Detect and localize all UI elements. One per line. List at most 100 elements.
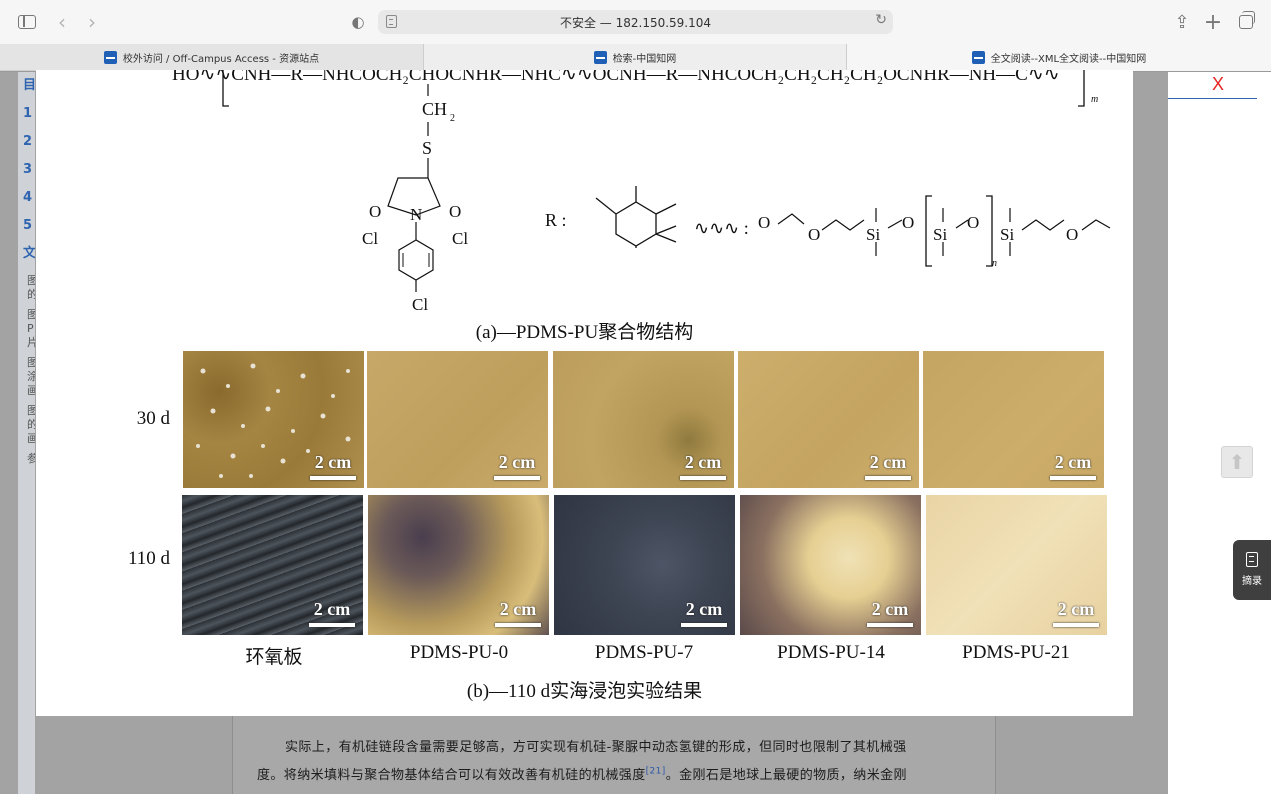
toc-item[interactable]: 1	[18, 100, 35, 128]
scale-bar: 2 cm	[1053, 599, 1099, 627]
caption-b: (b)—110 d实海浸泡实验结果	[466, 681, 703, 702]
scale-bar: 2 cm	[494, 452, 540, 480]
photo-pdms-pu-21-110d: 2 cm	[926, 495, 1107, 635]
tab-full-text[interactable]: 全文阅读--XML全文阅读--中国知网	[847, 44, 1271, 71]
back-arrow-icon[interactable]: ‹	[50, 8, 74, 36]
toc-item[interactable]: 5	[18, 212, 35, 240]
tab-overview-icon[interactable]	[1233, 8, 1259, 36]
row-label-30d: 30 d	[136, 408, 170, 429]
chlorine-label: Cl	[412, 295, 428, 314]
new-tab-plus-icon[interactable]: +	[1201, 8, 1225, 36]
back-to-top-button[interactable]: ⬆	[1221, 446, 1253, 478]
oxygen-label: O	[369, 202, 381, 221]
oxygen-label: O	[808, 225, 820, 244]
paragraph-text: 度。将纳米填料与聚合物基体结合可以有效改善有机硅的机械强度	[257, 768, 646, 783]
toc-figure-link[interactable]: 图的	[18, 274, 35, 302]
sulfur-label: S	[422, 138, 432, 158]
tab-off-campus[interactable]: 校外访问 / Off-Campus Access - 资源站点	[0, 44, 424, 71]
toc-figure-link[interactable]: 图P片	[18, 308, 35, 350]
photo-epoxy-30d: 2 cm	[183, 351, 364, 488]
photo-pdms-pu-14-30d: 2 cm	[738, 351, 919, 488]
photo-pdms-pu-0-30d: 2 cm	[367, 351, 548, 488]
column-label: PDMS-PU-14	[777, 642, 885, 663]
oxygen-label: O	[449, 202, 461, 221]
photo-pdms-pu-21-30d: 2 cm	[923, 351, 1104, 488]
toc-sidebar: 目 1 2 3 4 5 文 图的 图P片 图涂画 图的画 参	[18, 72, 35, 794]
sidebar-toggle-icon[interactable]	[12, 8, 42, 36]
toc-item[interactable]: 文	[18, 240, 35, 268]
scale-bar: 2 cm	[865, 452, 911, 480]
tab-bar: 校外访问 / Off-Campus Access - 资源站点 检索-中国知网 …	[0, 44, 1271, 71]
cnki-favicon-icon	[971, 51, 985, 64]
tab-search[interactable]: 检索-中国知网	[424, 44, 847, 71]
scale-bar: 2 cm	[495, 599, 541, 627]
toc-figure-link[interactable]: 图涂画	[18, 356, 35, 398]
toc-figure-link[interactable]: 图的画	[18, 404, 35, 446]
chemical-structure: HO∿∿CNH—R—NHCOCH₂CHOCNHR—NHC∿∿OCNH—R—NHC…	[172, 70, 1111, 314]
caption-a: (a)—PDMS-PU聚合物结构	[475, 322, 694, 343]
paragraph-line: 实际上，有机硅链段含量需要足够高，方可实现有机硅-聚脲中动态氢键的形成，但同时也…	[285, 740, 907, 755]
right-panel: X	[1168, 72, 1271, 794]
scale-bar: 2 cm	[310, 452, 356, 480]
tab-label: 校外访问 / Off-Campus Access - 资源站点	[122, 54, 320, 65]
nitrogen-label: N	[410, 205, 422, 224]
cnki-favicon-icon	[103, 51, 117, 64]
scale-bar: 2 cm	[867, 599, 913, 627]
tab-label: 检索-中国知网	[612, 54, 677, 65]
address-bar[interactable]: 不安全 — 182.150.59.104 ↻	[378, 10, 893, 34]
abstract-label: 摘录	[1242, 576, 1262, 587]
column-label: PDMS-PU-21	[962, 642, 1070, 663]
toc-references-link[interactable]: 参	[18, 452, 35, 466]
subscript-m: m	[1091, 94, 1098, 105]
silicon-label: Si	[1000, 225, 1014, 244]
photo-pdms-pu-0-110d: 2 cm	[368, 495, 549, 635]
column-label: 环氧板	[245, 647, 303, 668]
column-label: PDMS-PU-7	[594, 642, 694, 663]
linker-wavy-label: ∿∿∿ :	[694, 218, 749, 238]
scale-bar: 2 cm	[680, 452, 726, 480]
photo-epoxy-110d: 2 cm	[182, 495, 363, 635]
tab-label: 全文阅读--XML全文阅读--中国知网	[990, 54, 1147, 65]
ch2-label: CH	[422, 99, 447, 119]
close-button[interactable]: X	[1212, 74, 1224, 95]
paragraph-text: 。金刚石是地球上最硬的物质，纳米金刚	[665, 768, 907, 783]
arrow-up-icon: ⬆	[1228, 450, 1246, 474]
toc-item[interactable]: 目	[18, 72, 35, 100]
photo-pdms-pu-7-110d: 2 cm	[554, 495, 735, 635]
article-text: 实际上，有机硅链段含量需要足够高，方可实现有机硅-聚脲中动态氢键的形成，但同时也…	[232, 716, 996, 794]
row-label-110d: 110 d	[127, 548, 170, 569]
privacy-shield-icon[interactable]: ◐	[346, 8, 370, 36]
toc-item[interactable]: 2	[18, 128, 35, 156]
paragraph-line: 度。将纳米填料与聚合物基体结合可以有效改善有机硅的机械强度[21]。金刚石是地球…	[257, 764, 907, 783]
photo-pdms-pu-14-110d: 2 cm	[740, 495, 921, 635]
toc-item[interactable]: 4	[18, 184, 35, 212]
citation-link[interactable]: [21]	[646, 767, 666, 777]
abstract-button[interactable]: 摘录	[1233, 540, 1271, 600]
r-group-label: R :	[545, 210, 567, 230]
subscript-n: n	[992, 258, 997, 269]
reload-icon[interactable]: ↻	[875, 12, 887, 28]
figure-lightbox[interactable]: HO∿∿CNH—R—NHCOCH₂CHOCNHR—NHC∿∿OCNH—R—NHC…	[36, 70, 1133, 716]
scale-bar: 2 cm	[309, 599, 355, 627]
scale-bar: 2 cm	[1050, 452, 1096, 480]
oxygen-label: O	[967, 213, 979, 232]
divider	[1168, 98, 1257, 99]
browser-toolbar: ‹ › ◐ 不安全 — 182.150.59.104 ↻ ⇪ +	[0, 0, 1271, 44]
forward-arrow-icon[interactable]: ›	[80, 8, 104, 36]
share-icon[interactable]: ⇪	[1170, 8, 1194, 36]
silicon-label: Si	[933, 225, 947, 244]
oxygen-label: O	[758, 213, 770, 232]
column-label: PDMS-PU-0	[409, 642, 509, 663]
polymer-chain-text: HO∿∿CNH—R—NHCOCH₂CHOCNHR—NHC∿∿OCNH—R—NHC…	[172, 70, 1060, 85]
scale-bar: 2 cm	[681, 599, 727, 627]
address-text: 不安全 — 182.150.59.104	[559, 16, 712, 30]
cnki-favicon-icon	[593, 51, 607, 64]
photo-pdms-pu-7-30d: 2 cm	[553, 351, 734, 488]
oxygen-label: O	[902, 213, 914, 232]
chlorine-label: Cl	[362, 229, 378, 248]
document-icon	[1246, 552, 1258, 567]
silicon-label: Si	[866, 225, 880, 244]
oxygen-label: O	[1066, 225, 1078, 244]
subscript-2: 2	[450, 113, 455, 124]
toc-item[interactable]: 3	[18, 156, 35, 184]
